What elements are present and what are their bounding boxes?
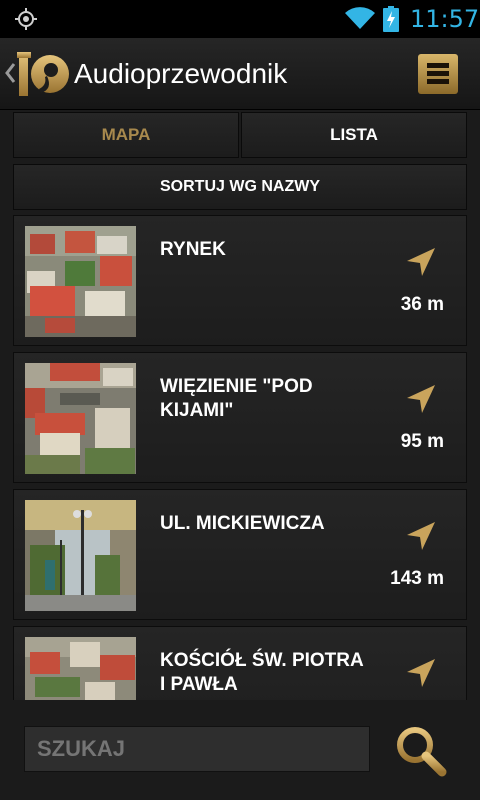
place-distance: 95 m [400,431,444,452]
place-thumbnail [25,637,136,700]
status-bar: 11:57 [0,0,480,38]
clock: 11:57 [410,5,480,33]
app-logo-icon[interactable] [17,49,69,99]
wifi-icon [345,7,375,29]
direction-arrow-icon [407,659,435,687]
search-input[interactable] [24,726,370,772]
tab-map[interactable]: MAPA [13,112,239,158]
list-item[interactable]: RYNEK 36 m [13,215,467,346]
search-icon[interactable] [393,724,447,778]
places-list[interactable]: RYNEK 36 m WIĘZIENIE "POD KIJAMI" 95 m U… [13,215,467,700]
sort-by-name-button[interactable]: SORTUJ WG NAZWY [13,164,467,210]
list-item[interactable]: UL. MICKIEWICZA 143 m [13,489,467,620]
place-name: WIĘZIENIE "POD KIJAMI" [160,376,313,421]
tab-list[interactable]: LISTA [241,112,467,158]
menu-button[interactable] [418,54,458,94]
place-thumbnail [25,500,136,611]
place-distance: 143 m [390,568,444,589]
direction-arrow-icon [407,522,435,550]
direction-arrow-icon [407,385,435,413]
direction-arrow-icon [407,248,435,276]
list-item[interactable]: KOŚCIÓŁ ŚW. PIOTRA I PAWŁA [13,626,467,700]
place-thumbnail [25,226,136,337]
place-name: RYNEK [160,239,226,260]
place-name: KOŚCIÓŁ ŚW. PIOTRA I PAWŁA [160,650,364,695]
place-thumbnail [25,363,136,474]
place-distance: 36 m [400,294,444,315]
search-bar [0,700,480,800]
place-name: UL. MICKIEWICZA [160,513,325,534]
menu-icon [427,63,449,68]
battery-charging-icon [383,6,399,32]
gps-icon [15,8,37,30]
chevron-left-icon[interactable] [4,62,16,84]
action-bar: Audioprzewodnik [0,38,480,110]
list-item[interactable]: WIĘZIENIE "POD KIJAMI" 95 m [13,352,467,483]
app-title: Audioprzewodnik [74,58,288,89]
